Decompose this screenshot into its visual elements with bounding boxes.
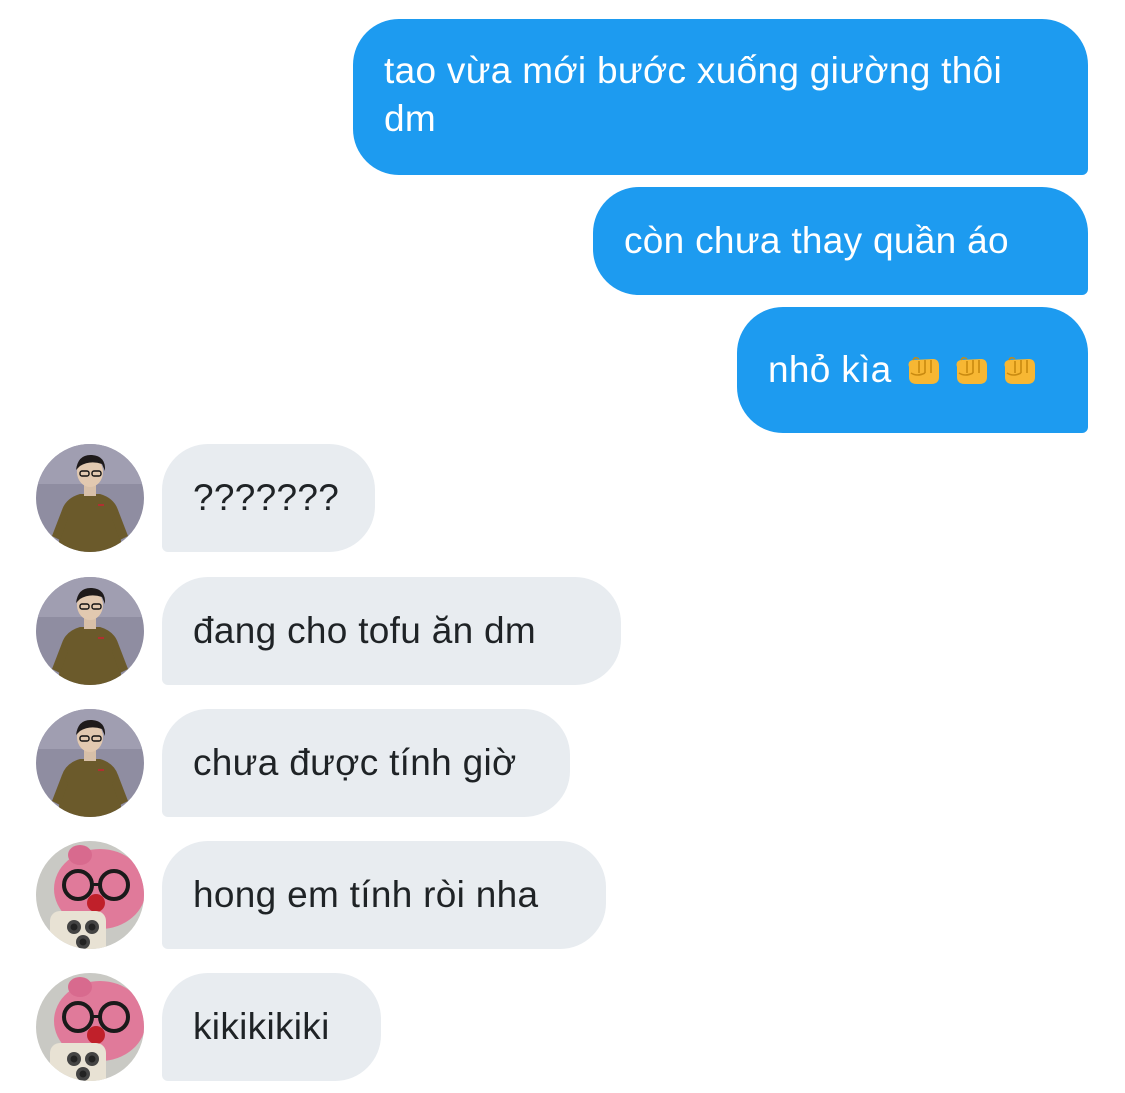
avatar[interactable] — [36, 841, 144, 949]
message-text: còn chưa thay quần áo — [624, 220, 1009, 261]
received-message-bubble[interactable]: hong em tính ròi nha — [162, 841, 606, 949]
message-text: ??????? — [193, 477, 340, 518]
avatar[interactable] — [36, 709, 144, 817]
person-avatar-image — [36, 444, 144, 552]
received-message-bubble[interactable]: kikikikiki — [162, 973, 381, 1081]
person-avatar-image — [36, 577, 144, 685]
oncoming-fist-icon — [905, 353, 941, 387]
sent-message-bubble[interactable]: nhỏ kìa — [737, 307, 1088, 433]
conversation-thread: tao vừa mới bước xuống giường thôi dm cò… — [0, 0, 1125, 1093]
received-message-bubble[interactable]: ??????? — [162, 444, 375, 552]
message-text: chưa được tính giờ — [193, 742, 517, 783]
avatar[interactable] — [36, 973, 144, 1081]
sent-message-bubble[interactable]: còn chưa thay quần áo — [593, 187, 1088, 295]
message-text: tao vừa mới bước xuống giường thôi dm — [384, 50, 1003, 139]
message-text: hong em tính ròi nha — [193, 874, 539, 915]
plush-avatar-image — [36, 841, 144, 949]
message-text: nhỏ kìa — [768, 349, 892, 390]
plush-avatar-image — [36, 973, 144, 1081]
message-text: đang cho tofu ăn dm — [193, 610, 537, 651]
sent-message-bubble[interactable]: tao vừa mới bước xuống giường thôi dm — [353, 19, 1088, 175]
avatar[interactable] — [36, 577, 144, 685]
message-text: kikikikiki — [193, 1006, 330, 1047]
person-avatar-image — [36, 709, 144, 817]
emoji-group — [905, 353, 1037, 387]
oncoming-fist-icon — [1001, 353, 1037, 387]
oncoming-fist-icon — [953, 353, 989, 387]
received-message-bubble[interactable]: chưa được tính giờ — [162, 709, 570, 817]
received-message-bubble[interactable]: đang cho tofu ăn dm — [162, 577, 621, 685]
avatar[interactable] — [36, 444, 144, 552]
